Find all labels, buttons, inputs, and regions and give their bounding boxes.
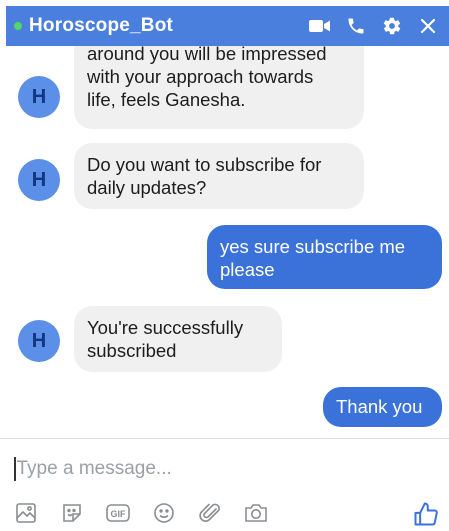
camera-icon[interactable] xyxy=(242,499,270,527)
message-line: around you will be impressed xyxy=(87,46,327,64)
text-caret xyxy=(14,457,16,481)
message-line: Thank you xyxy=(336,396,423,417)
incoming-message: around you will be impressed with your a… xyxy=(74,46,364,129)
message-line: subscribed xyxy=(87,340,177,361)
chat-header: Horoscope_Bot xyxy=(6,6,449,46)
video-call-icon[interactable] xyxy=(309,15,331,37)
gear-icon[interactable] xyxy=(381,15,403,37)
incoming-message: You're successfully subscribed xyxy=(74,306,282,372)
chat-title[interactable]: Horoscope_Bot xyxy=(29,15,173,37)
message-line: life, feels Ganesha. xyxy=(87,89,246,110)
close-icon[interactable] xyxy=(417,15,439,37)
bot-avatar[interactable]: H xyxy=(18,320,60,362)
composer-toolbar: GIF xyxy=(12,499,270,527)
bot-avatar[interactable]: H xyxy=(18,76,60,118)
outgoing-message: Thank you xyxy=(323,387,442,427)
emoji-icon[interactable] xyxy=(150,499,178,527)
input-row xyxy=(14,455,397,483)
message-line: Do you want to subscribe for xyxy=(87,154,322,175)
incoming-message: Do you want to subscribe for daily updat… xyxy=(74,143,364,209)
bot-avatar[interactable]: H xyxy=(18,159,60,201)
outgoing-message: yes sure subscribe me please xyxy=(207,225,442,289)
message-line: You're successfully xyxy=(87,317,244,338)
gif-icon[interactable]: GIF xyxy=(104,499,132,527)
gif-label: GIF xyxy=(111,509,127,519)
sticker-icon[interactable] xyxy=(58,499,86,527)
header-actions xyxy=(309,15,439,37)
avatar-initial: H xyxy=(31,329,47,352)
message-line: yes sure subscribe me xyxy=(220,236,406,257)
avatar-initial: H xyxy=(31,85,47,108)
thumbs-up-icon[interactable] xyxy=(411,499,441,529)
message-line: with your approach towards xyxy=(87,66,314,87)
attachment-icon[interactable] xyxy=(196,499,224,527)
message-line: daily updates? xyxy=(87,177,207,198)
message-input[interactable] xyxy=(16,458,397,480)
message-list[interactable]: H around you will be impressed with your… xyxy=(0,46,449,438)
image-icon[interactable] xyxy=(12,499,40,527)
avatar-initial: H xyxy=(31,168,47,191)
phone-icon[interactable] xyxy=(345,15,367,37)
message-line: please xyxy=(220,259,275,280)
message-composer: GIF xyxy=(0,438,449,531)
online-status-dot xyxy=(14,22,22,30)
